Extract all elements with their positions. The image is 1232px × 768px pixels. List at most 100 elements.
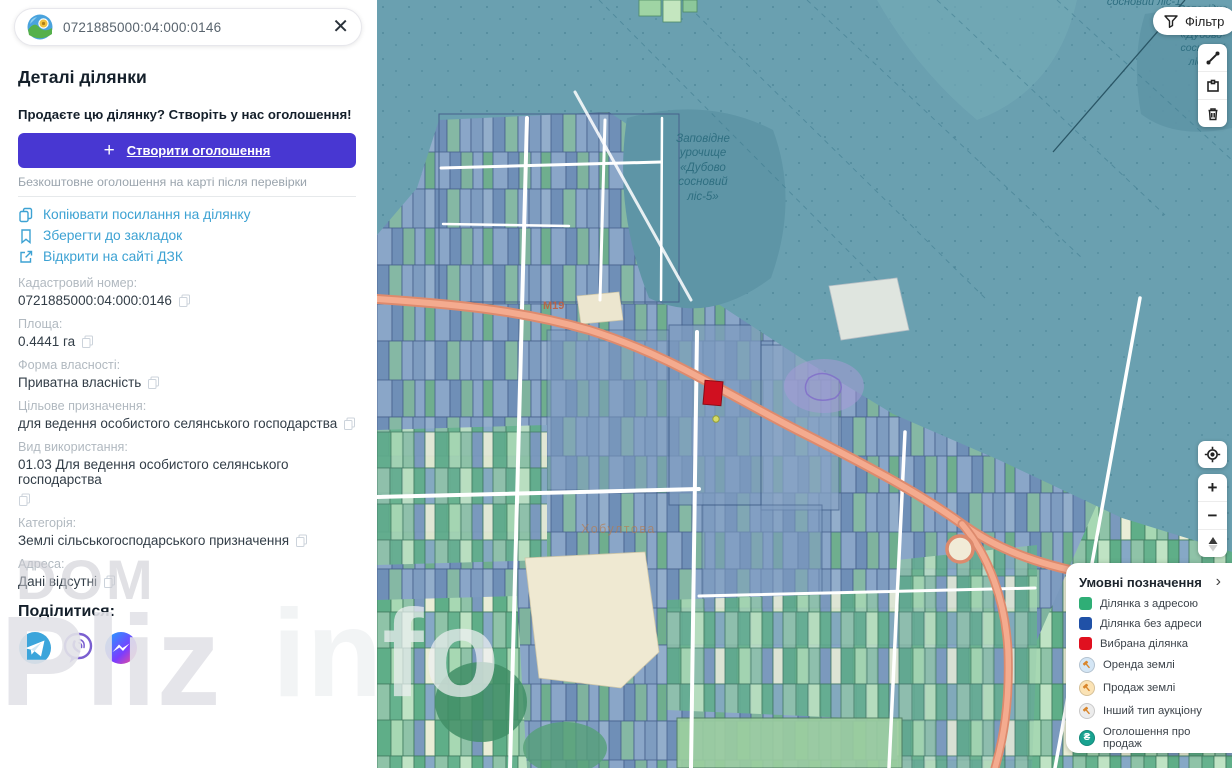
field-value: Дані відсутні bbox=[18, 574, 97, 589]
field-value: 01.03 Для ведення особистого селянського… bbox=[18, 457, 359, 487]
link-label: Зберегти до закладок bbox=[43, 228, 182, 243]
field-value: 0721885000:04:000:0146 bbox=[18, 293, 172, 308]
legend-item-other-auction: Інший тип аукціону bbox=[1079, 703, 1224, 719]
cadastral-map[interactable]: Заповідне урочище «Дубово сосновий ліс-5… bbox=[377, 0, 1232, 768]
legend-item-without-address: Ділянка без адреси bbox=[1079, 617, 1224, 630]
legend-item-label: Ділянка з адресою bbox=[1100, 598, 1198, 610]
field-value: Землі сільськогосподарського призначення bbox=[18, 533, 289, 548]
copy-icon[interactable] bbox=[103, 575, 116, 588]
field-label: Кадастровий номер: bbox=[18, 276, 359, 290]
field-cadastral-number: Кадастровий номер: 0721885000:04:000:014… bbox=[18, 276, 359, 308]
compass-icon bbox=[1205, 535, 1221, 553]
field-label: Вид використання: bbox=[18, 440, 359, 454]
field-category: Категорія: Землі сільськогосподарського … bbox=[18, 516, 359, 548]
save-bookmark-link[interactable]: Зберегти до закладок bbox=[18, 225, 359, 246]
delete-button[interactable] bbox=[1198, 99, 1227, 127]
copy-icon[interactable] bbox=[81, 335, 94, 348]
quick-links: Копіювати посилання на ділянку Зберегти … bbox=[18, 204, 359, 267]
copy-icon[interactable] bbox=[178, 294, 191, 307]
field-value: для ведення особистого селянського госпо… bbox=[18, 416, 337, 431]
area-select-icon bbox=[1205, 78, 1221, 94]
blue-square-swatch bbox=[1079, 617, 1092, 630]
share-title: Поділитися: bbox=[18, 603, 359, 621]
copy-icon[interactable] bbox=[18, 493, 31, 506]
viber-icon[interactable] bbox=[61, 631, 95, 665]
zoom-in-button[interactable]: + bbox=[1198, 474, 1227, 501]
legend-item-label: Продаж землі bbox=[1103, 682, 1175, 694]
note-text: Безкоштовне оголошення на карті після пе… bbox=[18, 175, 356, 197]
red-square-swatch bbox=[1079, 637, 1092, 650]
compass-button[interactable] bbox=[1198, 529, 1227, 557]
filter-label: Фільтр bbox=[1185, 14, 1224, 29]
selected-parcel[interactable] bbox=[703, 380, 723, 405]
legend-item-lease: Оренда землі bbox=[1079, 657, 1224, 673]
copy-icon[interactable] bbox=[343, 417, 356, 430]
sale-gavel-icon bbox=[1079, 680, 1095, 696]
field-purpose: Цільове призначення: для ведення особист… bbox=[18, 399, 359, 431]
cta-text: Продаєте цю ділянку? Створіть у нас огол… bbox=[18, 107, 359, 122]
chevron-right-icon[interactable]: › bbox=[1216, 574, 1221, 590]
search-input[interactable]: 0721885000:04:000:0146 bbox=[63, 20, 322, 35]
link-label: Відкрити на сайті ДЗК bbox=[43, 249, 183, 264]
field-label: Форма власності: bbox=[18, 358, 359, 372]
legend-item-with-address: Ділянка з адресою bbox=[1079, 597, 1224, 610]
create-listing-button[interactable]: + Створити оголошення bbox=[18, 133, 356, 168]
geolocate-button[interactable] bbox=[1198, 441, 1227, 468]
auction-marker[interactable] bbox=[713, 416, 719, 422]
hryvnia-icon: ₴ bbox=[1079, 730, 1095, 746]
other-auction-gavel-icon bbox=[1079, 703, 1095, 719]
external-link-icon bbox=[18, 249, 34, 265]
app-logo-icon bbox=[27, 14, 53, 40]
legend-item-sale: Продаж землі bbox=[1079, 680, 1224, 696]
field-area: Площа: 0.4441 га bbox=[18, 317, 359, 349]
area-select-button[interactable] bbox=[1198, 71, 1227, 99]
page-title: Деталі ділянки bbox=[18, 67, 377, 88]
field-use-type: Вид використання: 01.03 Для ведення особ… bbox=[18, 440, 359, 507]
search-bar[interactable]: 0721885000:04:000:0146 ✕ bbox=[14, 8, 362, 46]
field-label: Адреса: bbox=[18, 557, 359, 571]
field-value: Приватна власність bbox=[18, 375, 141, 390]
map-legend[interactable]: Умовні позначення › Ділянка з адресою Ді… bbox=[1066, 563, 1232, 753]
filter-button[interactable]: Фільтр bbox=[1153, 7, 1232, 35]
legend-item-label: Ділянка без адреси bbox=[1100, 618, 1202, 630]
road-label-m19: М19 bbox=[543, 300, 564, 314]
messenger-icon[interactable] bbox=[104, 631, 138, 665]
legend-item-selected: Вибрана ділянка bbox=[1079, 637, 1224, 650]
map-tools bbox=[1198, 44, 1227, 127]
field-label: Площа: bbox=[18, 317, 359, 331]
create-listing-label: Створити оголошення bbox=[127, 143, 271, 158]
zoom-out-label: − bbox=[1208, 507, 1218, 524]
copy-link-icon bbox=[18, 207, 34, 223]
plus-icon: + bbox=[104, 141, 115, 160]
field-value: 0.4441 га bbox=[18, 334, 75, 349]
bookmark-icon bbox=[18, 228, 34, 244]
legend-item-label: Оголошення про продаж bbox=[1103, 726, 1224, 750]
copy-icon[interactable] bbox=[295, 534, 308, 547]
legend-item-label: Інший тип аукціону bbox=[1103, 705, 1202, 717]
legend-title: Умовні позначення bbox=[1079, 575, 1202, 590]
copy-icon[interactable] bbox=[147, 376, 160, 389]
filter-icon bbox=[1163, 13, 1179, 29]
lease-gavel-icon bbox=[1079, 657, 1095, 673]
details-sidebar: 0721885000:04:000:0146 ✕ Деталі ділянки … bbox=[0, 0, 377, 768]
forest-label-lis5: Заповідне урочище «Дубово сосновий ліс-5… bbox=[661, 132, 745, 204]
place-label-khobultova: Хобултова bbox=[581, 522, 656, 538]
zoom-out-button[interactable]: − bbox=[1198, 501, 1227, 529]
link-label: Копіювати посилання на ділянку bbox=[43, 207, 251, 222]
telegram-icon[interactable] bbox=[18, 631, 52, 665]
geolocate-icon bbox=[1204, 446, 1221, 463]
open-dzk-link[interactable]: Відкрити на сайті ДЗК bbox=[18, 246, 359, 267]
share-buttons bbox=[18, 631, 359, 665]
geolocate-control bbox=[1198, 441, 1227, 468]
measure-tool-button[interactable] bbox=[1198, 44, 1227, 71]
field-address: Адреса: Дані відсутні bbox=[18, 557, 359, 589]
legend-item-label: Вибрана ділянка bbox=[1100, 638, 1188, 650]
field-label: Цільове призначення: bbox=[18, 399, 359, 413]
measure-icon bbox=[1205, 50, 1221, 66]
zoom-in-label: + bbox=[1208, 479, 1218, 496]
zoom-controls: + − bbox=[1198, 474, 1227, 557]
field-label: Категорія: bbox=[18, 516, 359, 530]
copy-parcel-link[interactable]: Копіювати посилання на ділянку bbox=[18, 204, 359, 225]
delete-icon bbox=[1205, 106, 1221, 122]
close-icon[interactable]: ✕ bbox=[332, 17, 349, 37]
